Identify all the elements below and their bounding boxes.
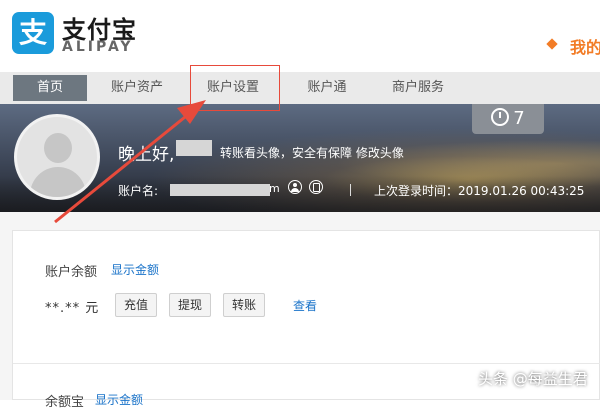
alarm-clock-icon bbox=[491, 108, 510, 126]
view-link[interactable]: 查看 bbox=[293, 297, 317, 314]
alipay-logo-icon[interactable]: 支 bbox=[12, 12, 54, 54]
nav-tab-merchant[interactable]: 商户服务 bbox=[381, 72, 455, 104]
nav-tab-assets[interactable]: 账户资产 bbox=[100, 72, 174, 104]
nav-tab-account-link[interactable]: 账户通 bbox=[290, 72, 364, 104]
avatar[interactable] bbox=[14, 114, 100, 200]
account-name-tail: m bbox=[269, 182, 280, 195]
alarm-count: 7 bbox=[513, 108, 525, 129]
recharge-button[interactable]: 充值 bbox=[115, 293, 158, 317]
person-verify-icon[interactable] bbox=[288, 180, 302, 194]
show-balance-link[interactable]: 显示金额 bbox=[111, 261, 159, 278]
withdraw-button[interactable]: 提现 bbox=[169, 293, 212, 317]
account-name-redaction bbox=[170, 184, 270, 196]
avatar-body-shape bbox=[30, 167, 86, 197]
user-banner: 7 晚上好, 转账看头像，安全有保障 修改头像 账户名: m 上次登录时间：20… bbox=[0, 104, 600, 212]
section-divider bbox=[13, 363, 600, 364]
change-avatar-link[interactable]: 转账看头像，安全有保障 修改头像 bbox=[220, 144, 404, 161]
greeting-text: 晚上好, bbox=[118, 145, 175, 165]
avatar-head-shape bbox=[44, 133, 72, 163]
alarm-badge[interactable]: 7 bbox=[472, 104, 544, 134]
yuebao-label: 余额宝 bbox=[45, 395, 85, 410]
diamond-icon bbox=[546, 38, 558, 50]
watermark: 头条 @每益生君 bbox=[478, 370, 588, 388]
logo-title-en: ALIPAY bbox=[62, 39, 134, 55]
phone-bind-icon[interactable] bbox=[309, 180, 323, 194]
greeting-name-redaction bbox=[176, 140, 212, 156]
balance-label: 账户余额 bbox=[45, 265, 98, 280]
balance-amount: **.** 元 bbox=[45, 301, 100, 316]
annotation-highlight-box bbox=[190, 65, 280, 111]
divider bbox=[350, 184, 351, 196]
main-nav: 首页 账户资产 账户设置 账户通 商户服务 bbox=[0, 72, 600, 105]
header: 支 支付宝 ALIPAY 我的 bbox=[0, 0, 600, 72]
nav-tab-home[interactable]: 首页 bbox=[13, 75, 87, 101]
my-menu-link[interactable]: 我的 bbox=[570, 34, 600, 58]
last-login-time: 上次登录时间：2019.01.26 00:43:25 bbox=[374, 184, 585, 198]
transfer-button[interactable]: 转账 bbox=[223, 293, 266, 317]
account-name-label: 账户名: bbox=[118, 184, 159, 198]
